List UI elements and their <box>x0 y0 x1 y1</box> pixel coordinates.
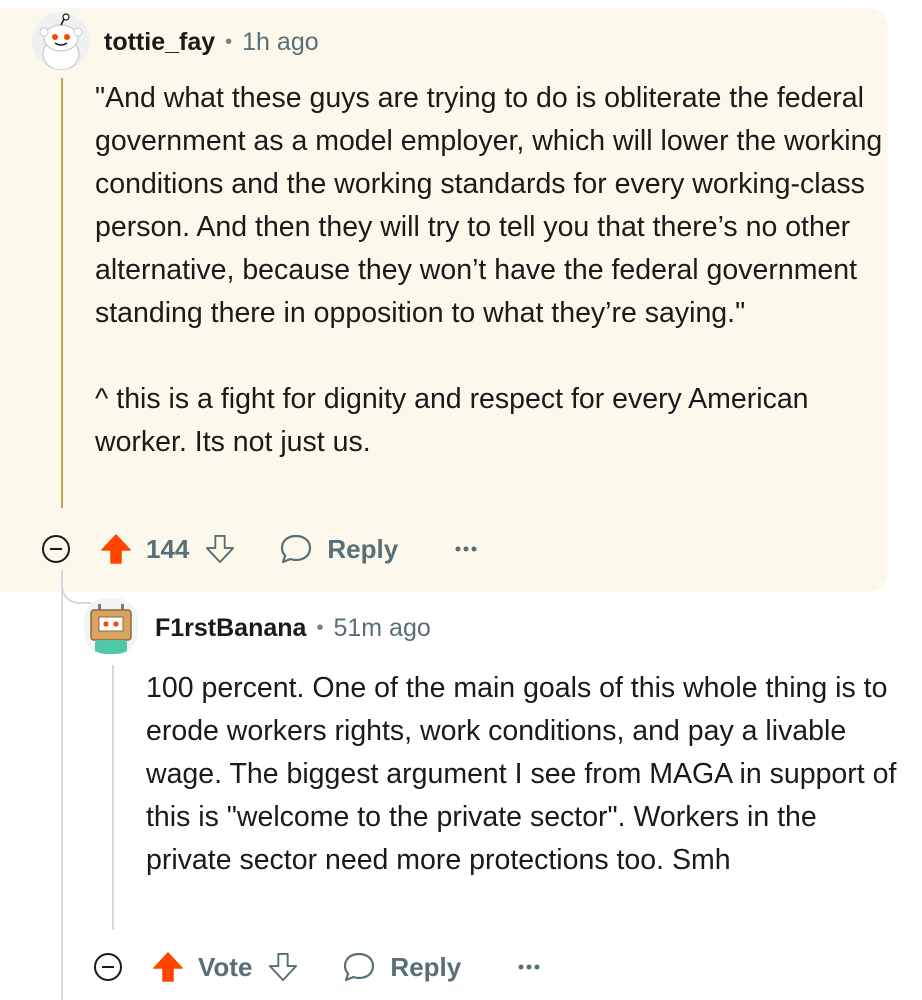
upvote-button[interactable] <box>152 950 184 984</box>
reply-button[interactable]: Reply <box>342 951 461 983</box>
thread-line-reply[interactable] <box>112 665 114 930</box>
comment-meta: tottie_fay • 1h ago <box>104 26 319 58</box>
comment-paragraph: 100 percent. One of the main goals of th… <box>146 672 897 876</box>
timestamp[interactable]: 51m ago <box>333 614 430 643</box>
meta-separator: • <box>316 616 324 639</box>
speech-bubble-icon <box>344 952 375 982</box>
username[interactable]: F1rstBanana <box>155 614 306 643</box>
reply-label: Reply <box>327 533 399 564</box>
collapse-button[interactable] <box>92 951 124 983</box>
collapse-icon <box>94 953 122 981</box>
collapse-button[interactable] <box>40 533 72 565</box>
downvote-arrow-icon <box>269 952 298 982</box>
comment-paragraph: ^ this is a fight for dignity and respec… <box>95 383 809 458</box>
more-options-button[interactable] <box>517 963 547 971</box>
downvote-button[interactable] <box>268 950 300 984</box>
speech-bubble-icon <box>281 534 312 564</box>
reply-label: Reply <box>390 951 462 982</box>
timestamp[interactable]: 1h ago <box>242 28 318 57</box>
comment-actions: 144 Reply <box>40 527 484 571</box>
thread-connector <box>61 570 91 604</box>
ellipsis-icon <box>518 964 540 970</box>
thread-line-highlighted[interactable] <box>61 78 63 508</box>
downvote-button[interactable] <box>205 532 237 566</box>
thread-line-parent[interactable] <box>61 573 63 1000</box>
avatar[interactable] <box>32 12 90 70</box>
comment-body: 100 percent. One of the main goals of th… <box>146 667 906 882</box>
more-options-button[interactable] <box>454 545 484 553</box>
upvote-arrow-icon <box>101 534 131 564</box>
username[interactable]: tottie_fay <box>104 28 215 57</box>
collapse-icon <box>42 535 70 563</box>
ellipsis-icon <box>455 546 477 552</box>
upvote-button[interactable] <box>100 532 132 566</box>
comment-meta: F1rstBanana • 51m ago <box>155 612 431 644</box>
reply-button[interactable]: Reply <box>279 533 398 565</box>
upvote-arrow-icon <box>153 952 183 982</box>
downvote-arrow-icon <box>206 534 235 564</box>
avatar[interactable] <box>84 598 138 654</box>
comment-body: "And what these guys are trying to do is… <box>95 77 885 464</box>
vote-count: Vote <box>198 951 253 982</box>
meta-separator: • <box>225 30 233 53</box>
comment-paragraph: "And what these guys are trying to do is… <box>95 82 883 329</box>
comment-actions: Vote Reply <box>92 945 547 989</box>
vote-count: 144 <box>146 533 190 564</box>
